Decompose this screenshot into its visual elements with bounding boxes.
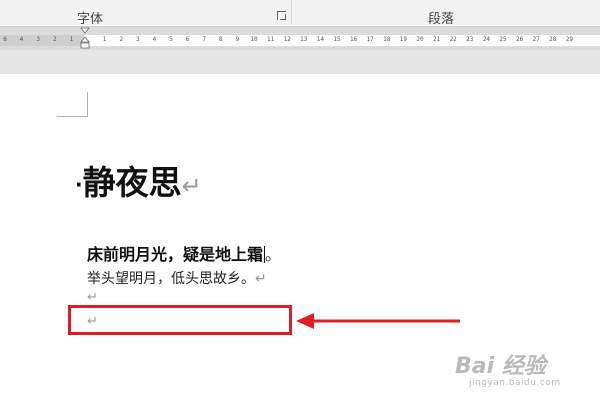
line1-punctuation: 。	[265, 245, 282, 264]
ruler-tick: 21	[432, 36, 441, 43]
paragraph-group-label: 段落	[428, 12, 455, 27]
ruler-tick: 2	[119, 36, 123, 43]
ruler-tick: 15	[333, 36, 341, 43]
selected-text: 床前明月光，疑是地上霜	[87, 245, 264, 264]
watermark: Bai 经验 jingyan.baidu.com	[455, 348, 595, 398]
ruler-tick: 13	[300, 36, 308, 43]
ruler-tick: 6	[185, 36, 190, 43]
ruler-tick: 4	[152, 36, 157, 43]
ruler-tick: 22	[449, 36, 457, 43]
empty-paragraph[interactable]: ↵	[87, 290, 98, 305]
ruler-tick: 9	[235, 36, 240, 43]
ruler-tick: 25	[499, 36, 507, 43]
ruler-tick: 5	[169, 36, 173, 43]
arrow-icon	[296, 313, 460, 329]
ruler-tick: 17	[366, 36, 374, 43]
paragraph-mark-icon: ↵	[255, 271, 267, 287]
title-text: 静夜思	[82, 163, 182, 202]
paragraph-mark-bullet: ·	[75, 172, 83, 197]
ruler-tick: 1	[102, 36, 107, 43]
ruler-tick: 3	[135, 36, 140, 43]
poem-title[interactable]: ·静夜思↵	[75, 156, 202, 204]
ruler-tick: 7	[202, 36, 206, 43]
poem-line-1[interactable]: 床前明月光，疑是地上霜。	[87, 241, 281, 265]
line2-text: 举头望明月，低头思故乡。	[87, 271, 255, 287]
poem-line-2[interactable]: 举头望明月，低头思故乡。↵	[87, 268, 267, 288]
group-divider	[291, 0, 292, 24]
ruler-tick: 2	[52, 36, 57, 43]
ruler-tick: 3	[36, 36, 40, 43]
dialog-launcher-icon[interactable]	[277, 11, 286, 20]
ruler-tick: 18	[383, 36, 391, 43]
ruler-tick: 23	[466, 36, 474, 43]
ruler-tick: 12	[283, 36, 291, 43]
ruler-tick: 28	[549, 36, 557, 43]
margin-corner-mark	[57, 92, 88, 117]
ruler-tick: 20	[416, 36, 424, 43]
paragraph-mark-icon: ↵	[181, 172, 202, 200]
font-group-label: 字体	[77, 12, 104, 27]
watermark-brand: Bai 经验	[455, 354, 546, 379]
ribbon-group-labels: 字体 段落	[0, 0, 600, 27]
ruler-tick: 8	[218, 36, 223, 43]
ruler-tick: 14	[316, 36, 324, 43]
ruler-tick: 19	[399, 36, 407, 43]
ruler-gap	[0, 50, 600, 74]
horizontal-ruler[interactable]: 6 4 3 2 1 1 2 3 4 5 6 7 8 9 10 11 12 13 14 15 16 17 18 19 20 21 22…	[0, 26, 600, 51]
ruler-tick: 26	[515, 36, 524, 43]
ruler-tick: 24	[482, 36, 490, 43]
ruler-tick: 10	[250, 36, 258, 43]
ruler-tick: 6	[3, 36, 7, 43]
ruler-tick: 1	[69, 36, 74, 43]
ruler-tick: 11	[266, 36, 275, 43]
highlight-box	[68, 305, 292, 335]
ruler-tick: 29	[565, 36, 573, 43]
indent-marker-icon[interactable]	[80, 27, 90, 51]
watermark-url: jingyan.baidu.com	[469, 378, 561, 388]
ruler-tick: 27	[532, 36, 540, 43]
ruler-tick: 4	[19, 36, 24, 43]
ruler-tick: 16	[349, 36, 358, 43]
